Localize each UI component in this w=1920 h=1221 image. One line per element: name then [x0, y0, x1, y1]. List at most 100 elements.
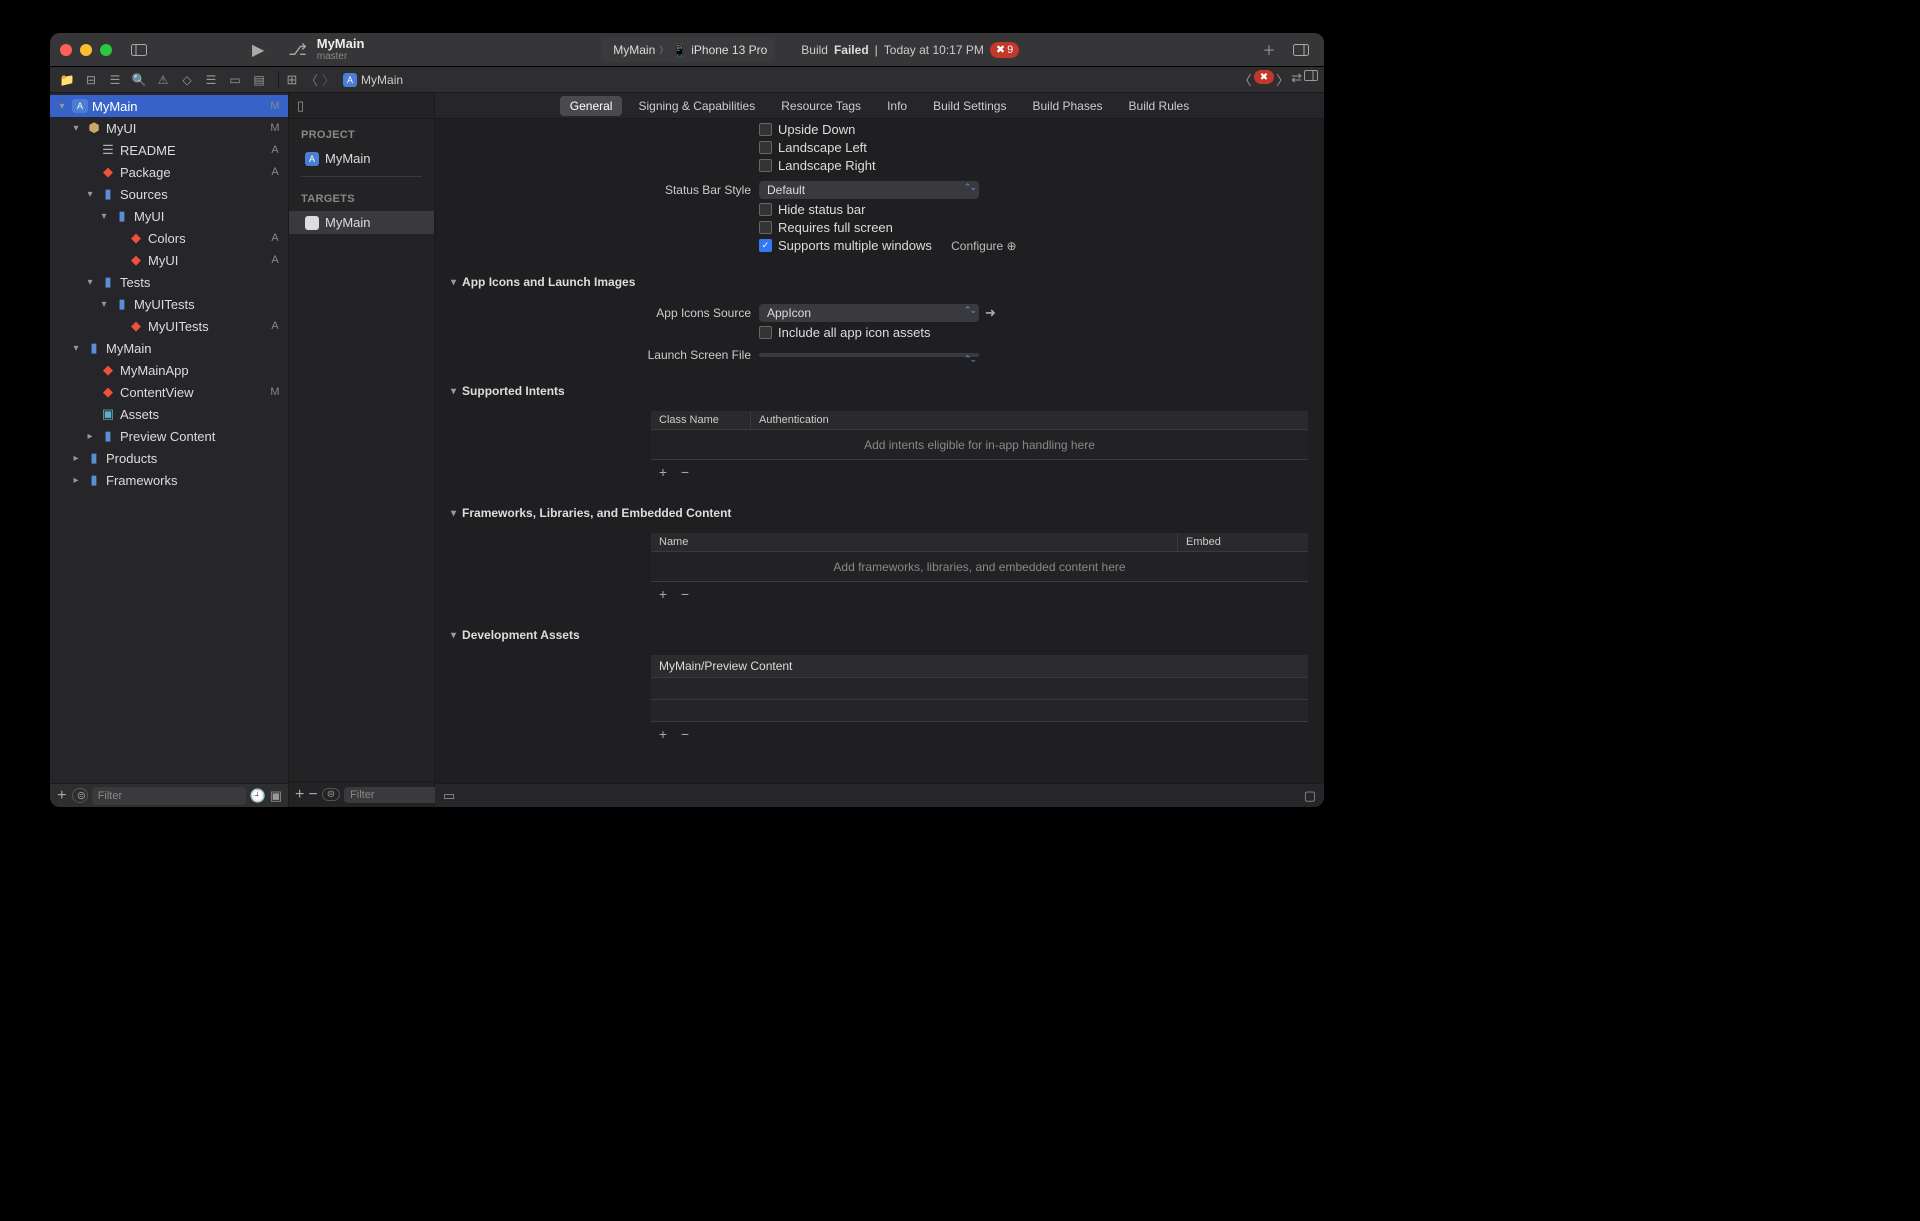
nav-forward-icon[interactable]: 〉 [320, 70, 337, 89]
target-row[interactable]: MyMain [289, 211, 434, 234]
cb-upside-down[interactable] [759, 123, 772, 136]
disclosure-icon[interactable]: ▸ [70, 453, 82, 464]
section-h-devassets[interactable]: ▾Development Assets [451, 622, 1308, 649]
frameworks-add-icon[interactable]: + [655, 586, 671, 602]
status-bar-select[interactable]: Default [759, 181, 979, 199]
report-navigator-icon[interactable]: ▤ [248, 70, 270, 90]
file-tree[interactable]: ▾AMyMainM▾⬢MyUIM☰READMEA◆PackageA▾▮Sourc… [50, 93, 288, 783]
breakpoint-navigator-icon[interactable]: ▭ [224, 70, 246, 90]
editor-layout-right-icon[interactable] [1304, 70, 1318, 89]
tree-row-folder-sources[interactable]: ▾▮Sources [50, 183, 288, 205]
disclosure-icon[interactable]: ▸ [70, 475, 82, 486]
frameworks-col-name[interactable]: Name [651, 533, 1178, 551]
toggle-debug-area-icon[interactable]: ▭ [443, 788, 455, 804]
section-h-app-icons[interactable]: ▾App Icons and Launch Images [451, 269, 1308, 296]
tree-row-file-colors[interactable]: ◆ColorsA [50, 227, 288, 249]
issue-navigator-icon[interactable]: ⚠ [152, 70, 174, 90]
tree-row-folder-myuitests[interactable]: ▾▮MyUITests [50, 293, 288, 315]
scm-status-icon[interactable]: ▣ [270, 788, 282, 804]
tree-row-folder-products[interactable]: ▸▮Products [50, 447, 288, 469]
tree-row-folder-myui[interactable]: ▾▮MyUI [50, 205, 288, 227]
editor-tab-general[interactable]: General [560, 96, 623, 116]
tree-row-file-package[interactable]: ◆PackageA [50, 161, 288, 183]
tree-row-proj-mymain[interactable]: ▾AMyMainM [50, 95, 288, 117]
tree-row-folder-frameworks[interactable]: ▸▮Frameworks [50, 469, 288, 491]
breadcrumb[interactable]: A MyMain [337, 73, 1233, 87]
outline-toggle-icon[interactable]: ▯ [297, 98, 304, 114]
disclosure-icon[interactable]: ▾ [70, 343, 82, 354]
zoom-window[interactable] [100, 44, 112, 56]
disclosure-icon[interactable]: ▾ [84, 277, 96, 288]
section-h-frameworks[interactable]: ▾Frameworks, Libraries, and Embedded Con… [451, 500, 1308, 527]
editor-tab-build-phases[interactable]: Build Phases [1022, 96, 1112, 116]
cb-requires-fullscreen[interactable] [759, 221, 772, 234]
tree-row-folder-tests[interactable]: ▾▮Tests [50, 271, 288, 293]
disclosure-icon[interactable]: ▾ [56, 101, 68, 112]
editor-tab-info[interactable]: Info [877, 96, 917, 116]
cb-landscape-right[interactable] [759, 159, 772, 172]
toggle-navigator-icon[interactable] [126, 39, 152, 61]
disclosure-icon[interactable]: ▸ [84, 431, 96, 442]
tree-row-file-myuitests[interactable]: ◆MyUITestsA [50, 315, 288, 337]
devassets-row[interactable]: MyMain/Preview Content [651, 655, 1308, 678]
run-button[interactable]: ▶ [252, 40, 264, 60]
configure-link[interactable]: Configure ⊕ [951, 239, 1016, 253]
frameworks-col-embed[interactable]: Embed [1178, 533, 1308, 551]
navigator-filter-input[interactable] [92, 787, 246, 805]
filter-scope-icon[interactable]: ⊜ [72, 788, 88, 803]
frameworks-remove-icon[interactable]: − [677, 586, 693, 602]
intents-col-classname[interactable]: Class Name [651, 411, 751, 429]
minimize-window[interactable] [80, 44, 92, 56]
tree-row-file-contentview[interactable]: ◆ContentViewM [50, 381, 288, 403]
tree-row-file-myui[interactable]: ◆MyUIA [50, 249, 288, 271]
intents-remove-icon[interactable]: − [677, 464, 693, 480]
tree-row-folder-previewcontent[interactable]: ▸▮Preview Content [50, 425, 288, 447]
history-forward-icon[interactable]: 〉 [1276, 70, 1289, 89]
intents-col-auth[interactable]: Authentication [751, 411, 1308, 429]
editor-tab-signing-capabilities[interactable]: Signing & Capabilities [628, 96, 765, 116]
review-icon[interactable]: ⇄ [1291, 70, 1302, 89]
project-navigator-icon[interactable]: 📁 [56, 70, 78, 90]
add-target-icon[interactable]: + [295, 786, 304, 804]
tree-row-file-mymainapp[interactable]: ◆MyMainApp [50, 359, 288, 381]
editor-body[interactable]: Upside Down Landscape Left Landscape Rig… [435, 119, 1324, 783]
test-navigator-icon[interactable]: ◇ [176, 70, 198, 90]
launch-screen-select[interactable] [759, 353, 979, 357]
scheme-selector[interactable]: MyMain 〉 📱 iPhone 13 Pro [601, 38, 775, 62]
cb-multiple-windows[interactable]: ✓ [759, 239, 772, 252]
cb-hide-statusbar[interactable] [759, 203, 772, 216]
debug-navigator-icon[interactable]: ☰ [200, 70, 222, 90]
nav-back-icon[interactable]: 〈 [303, 70, 320, 89]
jump-error-icon[interactable]: ✖ [1254, 70, 1274, 84]
cb-include-all-icons[interactable] [759, 326, 772, 339]
section-h-intents[interactable]: ▾Supported Intents [451, 378, 1308, 405]
appicon-goto-icon[interactable]: ➜ [985, 305, 996, 321]
error-badge[interactable]: ✖ 9 [990, 42, 1019, 58]
history-back-icon[interactable]: 〈 [1239, 70, 1252, 89]
tree-row-pkg-myui[interactable]: ▾⬢MyUIM [50, 117, 288, 139]
devassets-remove-icon[interactable]: − [677, 726, 693, 742]
remove-target-icon[interactable]: − [308, 786, 317, 804]
cb-landscape-left[interactable] [759, 141, 772, 154]
tree-row-file-readme[interactable]: ☰READMEA [50, 139, 288, 161]
build-status[interactable]: Build Failed | Today at 10:17 PM ✖ 9 [801, 42, 1019, 58]
symbol-navigator-icon[interactable]: ☰ [104, 70, 126, 90]
editor-tab-resource-tags[interactable]: Resource Tags [771, 96, 871, 116]
disclosure-icon[interactable]: ▾ [98, 211, 110, 222]
devassets-add-icon[interactable]: + [655, 726, 671, 742]
add-tab-icon[interactable]: ＋ [1256, 39, 1282, 61]
recent-icon[interactable]: 🕘 [250, 788, 266, 804]
project-row[interactable]: A MyMain [289, 147, 434, 170]
tree-row-file-assets[interactable]: ▣Assets [50, 403, 288, 425]
add-file-icon[interactable]: + [56, 787, 68, 805]
source-control-navigator-icon[interactable]: ⊟ [80, 70, 102, 90]
editor-tab-build-rules[interactable]: Build Rules [1119, 96, 1200, 116]
editor-layout-icon[interactable]: ⊞ [281, 72, 303, 88]
close-window[interactable] [60, 44, 72, 56]
disclosure-icon[interactable]: ▾ [98, 299, 110, 310]
intents-add-icon[interactable]: + [655, 464, 671, 480]
disclosure-icon[interactable]: ▾ [84, 189, 96, 200]
toggle-variables-icon[interactable]: ▢ [1304, 788, 1316, 804]
find-navigator-icon[interactable]: 🔍 [128, 70, 150, 90]
library-icon[interactable] [1288, 39, 1314, 61]
